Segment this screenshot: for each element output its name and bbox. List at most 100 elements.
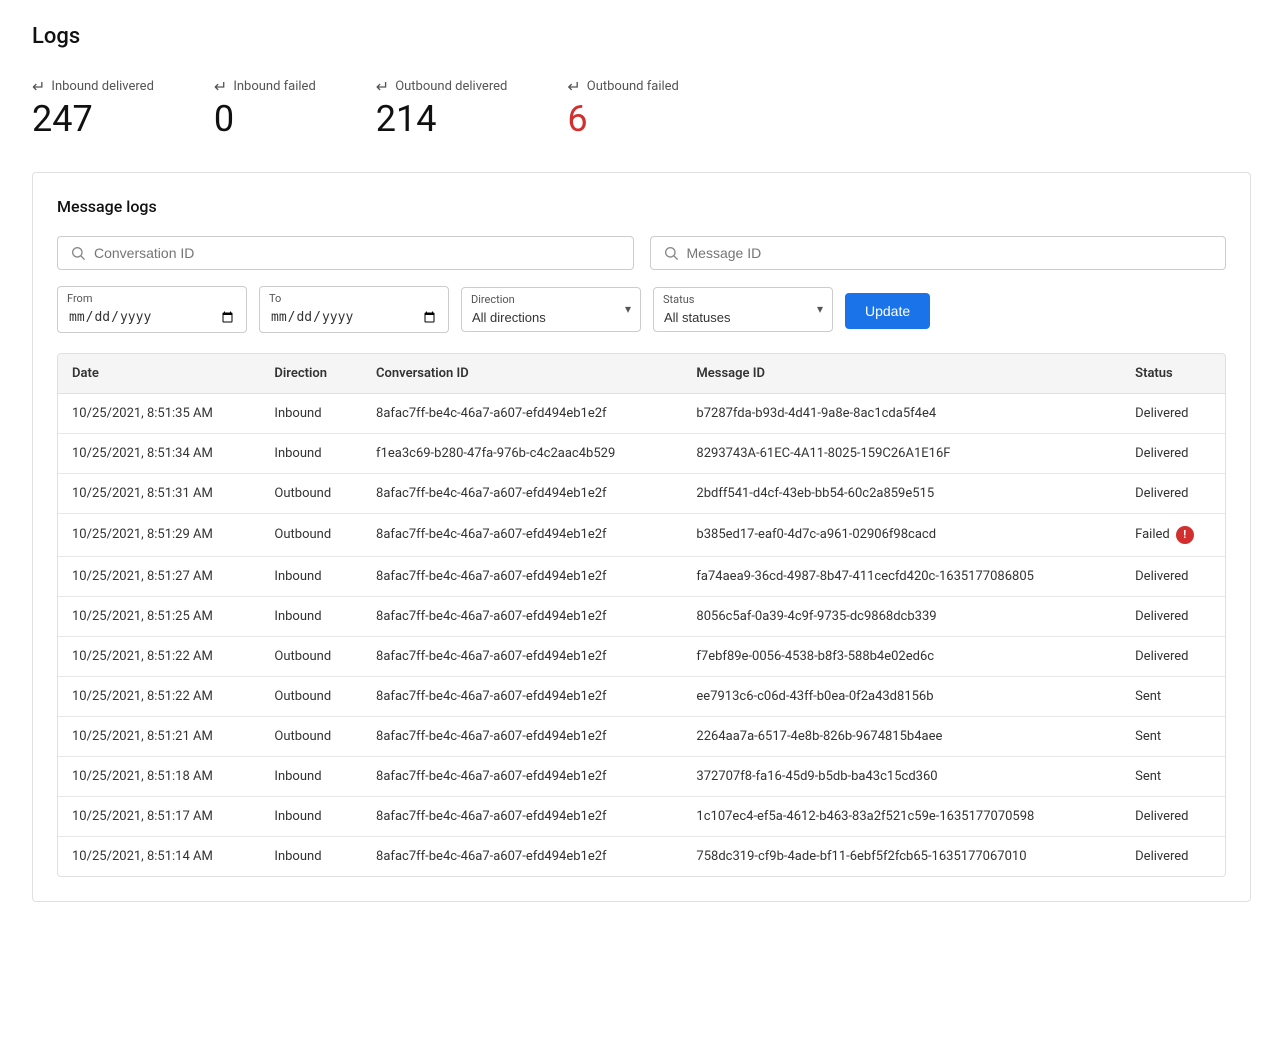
cell-direction: Inbound [260, 556, 362, 596]
cell-conversation-id: 8afac7ff-be4c-46a7-a607-efd494eb1e2f [362, 556, 682, 596]
th-status: Status [1121, 354, 1225, 394]
conversation-id-input[interactable] [94, 245, 621, 261]
cell-direction: Inbound [260, 836, 362, 876]
cell-status: Delivered [1121, 636, 1225, 676]
cell-message-id: 2264aa7a-6517-4e8b-826b-9674815b4aee [682, 716, 1121, 756]
cell-status: Sent [1121, 676, 1225, 716]
cell-status: Sent [1121, 716, 1225, 756]
cell-message-id: b385ed17-eaf0-4d7c-a961-02906f98cacd [682, 513, 1121, 556]
message-logs-card: Message logs From [32, 172, 1251, 902]
cell-status: Delivered [1121, 836, 1225, 876]
table-row[interactable]: 10/25/2021, 8:51:34 AMInboundf1ea3c69-b2… [58, 433, 1225, 473]
cell-date: 10/25/2021, 8:51:27 AM [58, 556, 260, 596]
table-body: 10/25/2021, 8:51:35 AMInbound8afac7ff-be… [58, 393, 1225, 876]
cell-conversation-id: 8afac7ff-be4c-46a7-a607-efd494eb1e2f [362, 716, 682, 756]
direction-filter-group: Direction All directionsInboundOutbound … [461, 287, 641, 332]
stat-outbound-delivered: ↵ Outbound delivered 214 [376, 77, 508, 140]
page-title: Logs [32, 24, 1251, 49]
failed-icon: ! [1176, 526, 1194, 544]
cell-conversation-id: 8afac7ff-be4c-46a7-a607-efd494eb1e2f [362, 473, 682, 513]
cell-direction: Inbound [260, 796, 362, 836]
cell-direction: Outbound [260, 676, 362, 716]
table-row[interactable]: 10/25/2021, 8:51:21 AMOutbound8afac7ff-b… [58, 716, 1225, 756]
cell-status: Delivered [1121, 596, 1225, 636]
cell-status: Delivered [1121, 393, 1225, 433]
cell-date: 10/25/2021, 8:51:22 AM [58, 636, 260, 676]
table-row[interactable]: 10/25/2021, 8:51:35 AMInbound8afac7ff-be… [58, 393, 1225, 433]
table-row[interactable]: 10/25/2021, 8:51:27 AMInbound8afac7ff-be… [58, 556, 1225, 596]
cell-date: 10/25/2021, 8:51:18 AM [58, 756, 260, 796]
card-title: Message logs [57, 197, 1226, 216]
cell-conversation-id: f1ea3c69-b280-47fa-976b-c4c2aac4b529 [362, 433, 682, 473]
cell-conversation-id: 8afac7ff-be4c-46a7-a607-efd494eb1e2f [362, 596, 682, 636]
stat-icon-outbound-delivered: ↵ [376, 77, 389, 96]
stat-value-inbound-failed: 0 [214, 100, 316, 140]
th-direction: Direction [260, 354, 362, 394]
cell-direction: Inbound [260, 756, 362, 796]
table-row[interactable]: 10/25/2021, 8:51:29 AMOutbound8afac7ff-b… [58, 513, 1225, 556]
stat-outbound-failed: ↵ Outbound failed 6 [567, 77, 679, 140]
cell-date: 10/25/2021, 8:51:35 AM [58, 393, 260, 433]
status-failed-badge: Failed ! [1135, 526, 1211, 544]
cell-status: Delivered [1121, 473, 1225, 513]
message-id-input[interactable] [687, 245, 1214, 261]
cell-status: Delivered [1121, 796, 1225, 836]
logs-table: DateDirectionConversation IDMessage IDSt… [58, 354, 1225, 876]
cell-date: 10/25/2021, 8:51:21 AM [58, 716, 260, 756]
cell-date: 10/25/2021, 8:51:31 AM [58, 473, 260, 513]
stat-label-outbound-failed: ↵ Outbound failed [567, 77, 679, 96]
table-row[interactable]: 10/25/2021, 8:51:17 AMInbound8afac7ff-be… [58, 796, 1225, 836]
search-row [57, 236, 1226, 270]
cell-date: 10/25/2021, 8:51:34 AM [58, 433, 260, 473]
update-button[interactable]: Update [845, 293, 930, 329]
status-select[interactable]: All statusesDeliveredSentFailed [653, 287, 833, 332]
conversation-search-box [57, 236, 634, 270]
table-header: DateDirectionConversation IDMessage IDSt… [58, 354, 1225, 394]
cell-conversation-id: 8afac7ff-be4c-46a7-a607-efd494eb1e2f [362, 393, 682, 433]
cell-date: 10/25/2021, 8:51:14 AM [58, 836, 260, 876]
cell-status: Delivered [1121, 433, 1225, 473]
cell-message-id: f7ebf89e-0056-4538-b8f3-588b4e02ed6c [682, 636, 1121, 676]
stat-inbound-delivered: ↵ Inbound delivered 247 [32, 77, 154, 140]
cell-message-id: ee7913c6-c06d-43ff-b0ea-0f2a43d8156b [682, 676, 1121, 716]
stat-label-inbound-failed: ↵ Inbound failed [214, 77, 316, 96]
from-date-input[interactable] [57, 286, 247, 333]
cell-direction: Outbound [260, 513, 362, 556]
cell-message-id: b7287fda-b93d-4d41-9a8e-8ac1cda5f4e4 [682, 393, 1121, 433]
cell-conversation-id: 8afac7ff-be4c-46a7-a607-efd494eb1e2f [362, 756, 682, 796]
to-date-group: To [259, 286, 449, 333]
cell-direction: Outbound [260, 716, 362, 756]
table-row[interactable]: 10/25/2021, 8:51:18 AMInbound8afac7ff-be… [58, 756, 1225, 796]
cell-date: 10/25/2021, 8:51:22 AM [58, 676, 260, 716]
cell-conversation-id: 8afac7ff-be4c-46a7-a607-efd494eb1e2f [362, 676, 682, 716]
table-row[interactable]: 10/25/2021, 8:51:22 AMOutbound8afac7ff-b… [58, 676, 1225, 716]
stat-value-inbound-delivered: 247 [32, 100, 154, 140]
cell-direction: Outbound [260, 473, 362, 513]
cell-status: Delivered [1121, 556, 1225, 596]
cell-direction: Inbound [260, 596, 362, 636]
search-icon-2 [663, 245, 679, 261]
table-row[interactable]: 10/25/2021, 8:51:14 AMInbound8afac7ff-be… [58, 836, 1225, 876]
table-container: DateDirectionConversation IDMessage IDSt… [57, 353, 1226, 877]
to-date-input[interactable] [259, 286, 449, 333]
cell-status: Failed ! [1121, 513, 1225, 556]
page-container: Logs ↵ Inbound delivered 247 ↵ Inbound f… [0, 0, 1283, 926]
th-date: Date [58, 354, 260, 394]
th-message-id: Message ID [682, 354, 1121, 394]
cell-date: 10/25/2021, 8:51:25 AM [58, 596, 260, 636]
stat-inbound-failed: ↵ Inbound failed 0 [214, 77, 316, 140]
stats-row: ↵ Inbound delivered 247 ↵ Inbound failed… [32, 77, 1251, 140]
cell-message-id: 758dc319-cf9b-4ade-bf11-6ebf5f2fcb65-163… [682, 836, 1121, 876]
table-header-row: DateDirectionConversation IDMessage IDSt… [58, 354, 1225, 394]
direction-select[interactable]: All directionsInboundOutbound [461, 287, 641, 332]
table-row[interactable]: 10/25/2021, 8:51:31 AMOutbound8afac7ff-b… [58, 473, 1225, 513]
table-row[interactable]: 10/25/2021, 8:51:25 AMInbound8afac7ff-be… [58, 596, 1225, 636]
cell-message-id: fa74aea9-36cd-4987-8b47-411cecfd420c-163… [682, 556, 1121, 596]
search-icon [70, 245, 86, 261]
table-row[interactable]: 10/25/2021, 8:51:22 AMOutbound8afac7ff-b… [58, 636, 1225, 676]
cell-status: Sent [1121, 756, 1225, 796]
filter-row: From To Direction All directionsInboundO… [57, 286, 1226, 333]
cell-message-id: 8056c5af-0a39-4c9f-9735-dc9868dcb339 [682, 596, 1121, 636]
cell-conversation-id: 8afac7ff-be4c-46a7-a607-efd494eb1e2f [362, 513, 682, 556]
stat-icon-inbound-failed: ↵ [214, 77, 227, 96]
